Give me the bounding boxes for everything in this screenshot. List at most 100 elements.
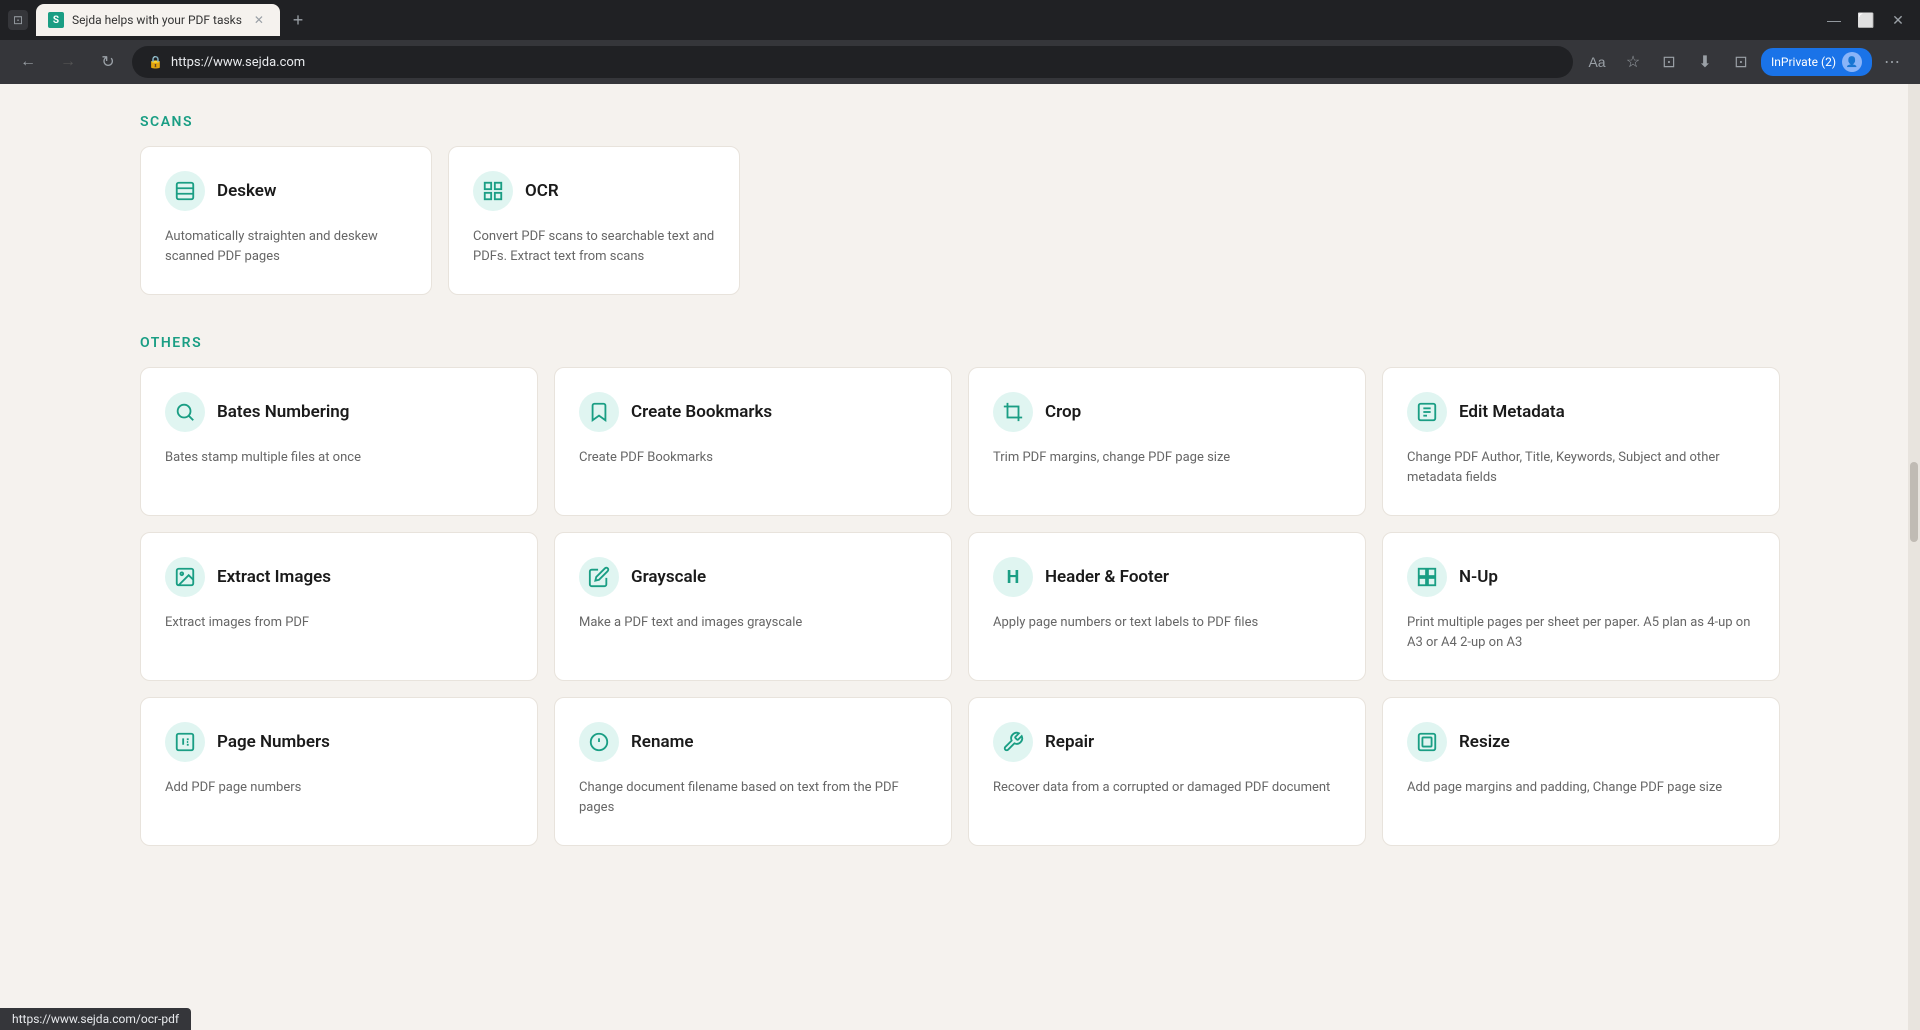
downloads-button[interactable]: ⬇	[1689, 46, 1721, 78]
grayscale-desc: Make a PDF text and images grayscale	[579, 613, 927, 633]
others-row-2: Extract Images Extract images from PDF G…	[140, 532, 1780, 681]
address-text: https://www.sejda.com	[171, 55, 305, 70]
menu-button[interactable]: ⋯	[1876, 46, 1908, 78]
back-button[interactable]: ←	[12, 46, 44, 78]
resize-card[interactable]: Resize Add page margins and padding, Cha…	[1382, 697, 1780, 846]
header-footer-header: H Header & Footer	[993, 557, 1341, 597]
profile-icon: ⊡	[8, 10, 28, 30]
extensions-button[interactable]: ⊡	[1725, 46, 1757, 78]
resize-desc: Add page margins and padding, Change PDF…	[1407, 778, 1755, 798]
n-up-desc: Print multiple pages per sheet per paper…	[1407, 613, 1755, 652]
page-numbers-card[interactable]: Page Numbers Add PDF page numbers	[140, 697, 538, 846]
bates-numbering-icon	[165, 392, 205, 432]
others-section: OTHERS Bates Numbering Bates stamp multi…	[140, 335, 1780, 846]
repair-header: Repair	[993, 722, 1341, 762]
inprivate-badge[interactable]: InPrivate (2) 👤	[1761, 48, 1872, 76]
page-numbers-desc: Add PDF page numbers	[165, 778, 513, 798]
window-controls: ⊡	[8, 10, 28, 30]
reload-button[interactable]: ↻	[92, 46, 124, 78]
crop-header: Crop	[993, 392, 1341, 432]
lock-icon: 🔒	[148, 55, 163, 69]
inprivate-label: InPrivate (2)	[1771, 55, 1836, 69]
rename-title: Rename	[631, 732, 694, 752]
status-url: https://www.sejda.com/ocr-pdf	[12, 1012, 179, 1026]
bates-numbering-card[interactable]: Bates Numbering Bates stamp multiple fil…	[140, 367, 538, 516]
rename-desc: Change document filename based on text f…	[579, 778, 927, 817]
rename-icon	[579, 722, 619, 762]
extract-images-title: Extract Images	[217, 567, 331, 587]
others-section-title: OTHERS	[140, 335, 1780, 351]
ocr-desc: Convert PDF scans to searchable text and…	[473, 227, 715, 266]
scrollbar[interactable]	[1908, 84, 1920, 1030]
profile-avatar: 👤	[1842, 52, 1862, 72]
address-bar[interactable]: 🔒 https://www.sejda.com	[132, 46, 1573, 78]
resize-icon	[1407, 722, 1447, 762]
minimize-button[interactable]: —	[1820, 6, 1848, 34]
crop-card[interactable]: Crop Trim PDF margins, change PDF page s…	[968, 367, 1366, 516]
bates-numbering-title: Bates Numbering	[217, 402, 349, 422]
bates-numbering-header: Bates Numbering	[165, 392, 513, 432]
browser-toolbar: ← → ↻ 🔒 https://www.sejda.com Aa ☆ ⊡ ⬇ ⊡…	[0, 40, 1920, 84]
repair-card[interactable]: Repair Recover data from a corrupted or …	[968, 697, 1366, 846]
crop-desc: Trim PDF margins, change PDF page size	[993, 448, 1341, 468]
extract-images-card[interactable]: Extract Images Extract images from PDF	[140, 532, 538, 681]
header-footer-title: Header & Footer	[1045, 567, 1169, 587]
edit-metadata-title: Edit Metadata	[1459, 402, 1565, 422]
resize-header: Resize	[1407, 722, 1755, 762]
page-content: SCANS Deskew Automatically straighten an…	[0, 84, 1920, 1030]
edit-metadata-card[interactable]: Edit Metadata Change PDF Author, Title, …	[1382, 367, 1780, 516]
create-bookmarks-icon	[579, 392, 619, 432]
active-tab[interactable]: S Sejda helps with your PDF tasks ✕	[36, 4, 280, 36]
n-up-title: N-Up	[1459, 567, 1498, 587]
others-row-3: Page Numbers Add PDF page numbers Rename	[140, 697, 1780, 846]
ocr-icon	[473, 171, 513, 211]
edit-metadata-icon	[1407, 392, 1447, 432]
deskew-card[interactable]: Deskew Automatically straighten and desk…	[140, 146, 432, 295]
extract-images-header: Extract Images	[165, 557, 513, 597]
crop-title: Crop	[1045, 402, 1081, 422]
window-action-buttons: — ⬜ ✕	[1820, 6, 1912, 34]
n-up-card[interactable]: N-Up Print multiple pages per sheet per …	[1382, 532, 1780, 681]
header-footer-desc: Apply page numbers or text labels to PDF…	[993, 613, 1341, 633]
create-bookmarks-card[interactable]: Create Bookmarks Create PDF Bookmarks	[554, 367, 952, 516]
ocr-card[interactable]: OCR Convert PDF scans to searchable text…	[448, 146, 740, 295]
maximize-button[interactable]: ⬜	[1852, 6, 1880, 34]
page-numbers-header: Page Numbers	[165, 722, 513, 762]
favorites-button[interactable]: ☆	[1617, 46, 1649, 78]
browser-title-bar: ⊡ S Sejda helps with your PDF tasks ✕ + …	[0, 0, 1920, 40]
deskew-desc: Automatically straighten and deskew scan…	[165, 227, 407, 266]
extract-images-desc: Extract images from PDF	[165, 613, 513, 633]
grayscale-card[interactable]: Grayscale Make a PDF text and images gra…	[554, 532, 952, 681]
rename-header: Rename	[579, 722, 927, 762]
new-tab-button[interactable]: +	[284, 6, 312, 34]
tab-close-button[interactable]: ✕	[250, 11, 268, 29]
grayscale-title: Grayscale	[631, 567, 706, 587]
deskew-title: Deskew	[217, 181, 276, 201]
create-bookmarks-title: Create Bookmarks	[631, 402, 772, 422]
forward-button[interactable]: →	[52, 46, 84, 78]
rename-card[interactable]: Rename Change document filename based on…	[554, 697, 952, 846]
scans-section-title: SCANS	[140, 114, 1780, 130]
grayscale-header: Grayscale	[579, 557, 927, 597]
repair-desc: Recover data from a corrupted or damaged…	[993, 778, 1341, 798]
extract-images-icon	[165, 557, 205, 597]
header-footer-card[interactable]: H Header & Footer Apply page numbers or …	[968, 532, 1366, 681]
toolbar-actions: Aa ☆ ⊡ ⬇ ⊡ InPrivate (2) 👤 ⋯	[1581, 46, 1908, 78]
tab-bar: S Sejda helps with your PDF tasks ✕ +	[36, 4, 1812, 36]
deskew-card-header: Deskew	[165, 171, 407, 211]
create-bookmarks-header: Create Bookmarks	[579, 392, 927, 432]
ocr-card-header: OCR	[473, 171, 715, 211]
tab-title: Sejda helps with your PDF tasks	[72, 13, 242, 27]
collections-button[interactable]: ⊡	[1653, 46, 1685, 78]
edit-metadata-desc: Change PDF Author, Title, Keywords, Subj…	[1407, 448, 1755, 487]
resize-title: Resize	[1459, 732, 1510, 752]
tab-favicon: S	[48, 12, 64, 28]
create-bookmarks-desc: Create PDF Bookmarks	[579, 448, 927, 468]
scans-section: SCANS Deskew Automatically straighten an…	[140, 114, 1780, 295]
others-row-1: Bates Numbering Bates stamp multiple fil…	[140, 367, 1780, 516]
grayscale-icon	[579, 557, 619, 597]
scans-cards-grid: Deskew Automatically straighten and desk…	[140, 146, 740, 295]
scrollbar-thumb[interactable]	[1910, 462, 1918, 542]
close-button[interactable]: ✕	[1884, 6, 1912, 34]
read-aloud-button[interactable]: Aa	[1581, 46, 1613, 78]
